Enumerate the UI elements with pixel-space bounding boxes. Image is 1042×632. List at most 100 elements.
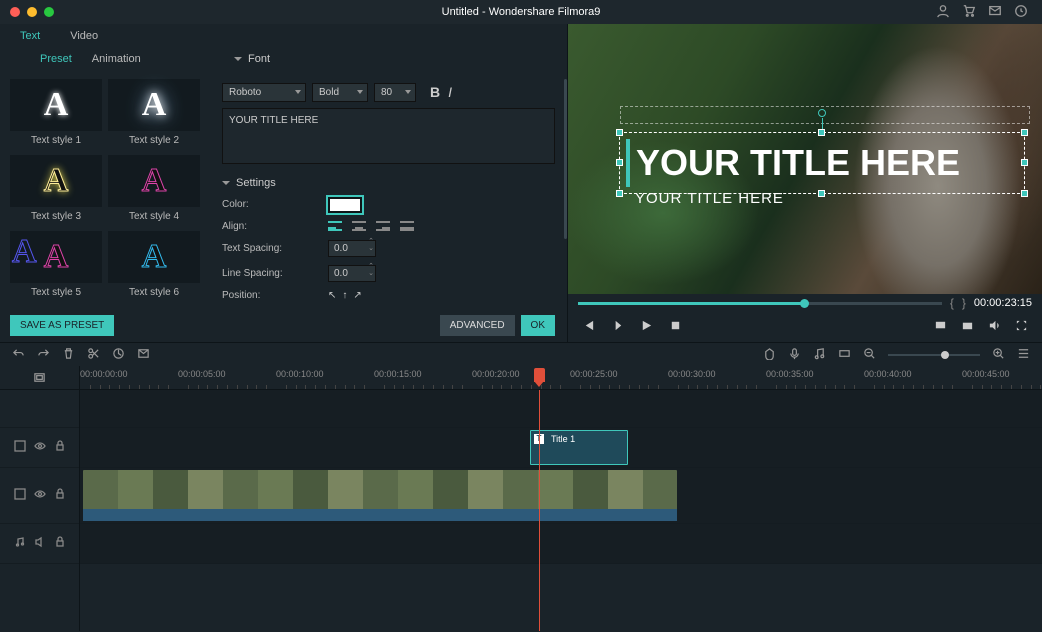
tab-preset[interactable]: Preset xyxy=(40,53,72,65)
mail-icon[interactable] xyxy=(988,4,1002,21)
track-visibility-icon[interactable] xyxy=(34,440,46,455)
media-bin-icon[interactable] xyxy=(0,366,80,389)
stop-button[interactable] xyxy=(669,319,682,335)
position-tl-button[interactable]: ↖ xyxy=(328,290,336,301)
undo-icon[interactable] xyxy=(12,347,25,363)
notification-icon[interactable] xyxy=(1014,4,1028,21)
position-t-button[interactable]: ↑ xyxy=(342,290,347,301)
settings-scrollbar[interactable] xyxy=(564,79,567,239)
preset-text-style-4[interactable]: A xyxy=(108,155,200,207)
preview-viewport[interactable]: YOUR TITLE HERE YOUR TITLE HERE xyxy=(568,24,1042,294)
bold-button[interactable]: B xyxy=(430,84,440,100)
font-family-select[interactable]: Roboto xyxy=(222,83,306,102)
text-track-lane[interactable]: T Title 1 xyxy=(80,428,1042,468)
resize-handle-rc[interactable] xyxy=(1021,159,1028,166)
ok-button[interactable]: OK xyxy=(521,315,555,336)
step-back-button[interactable] xyxy=(611,319,624,335)
crop-icon[interactable] xyxy=(112,347,125,363)
track-lock-icon[interactable] xyxy=(54,440,66,455)
close-window-icon[interactable] xyxy=(10,7,20,17)
align-justify-button[interactable] xyxy=(400,221,414,231)
snapshot-device-icon[interactable] xyxy=(934,319,947,335)
resize-handle-bl[interactable] xyxy=(616,190,623,197)
prev-button[interactable] xyxy=(582,319,595,335)
timeline-ruler[interactable]: 00:00:00:0000:00:05:0000:00:10:0000:00:1… xyxy=(80,366,1042,389)
preset-text-style-1[interactable]: A xyxy=(10,79,102,131)
tab-animation[interactable]: Animation xyxy=(92,53,141,65)
align-left-button[interactable] xyxy=(328,221,342,231)
split-icon[interactable] xyxy=(87,347,100,363)
aspect-icon[interactable] xyxy=(838,347,851,363)
tab-video[interactable]: Video xyxy=(70,30,98,42)
track-music-icon[interactable] xyxy=(14,536,26,551)
account-icon[interactable] xyxy=(936,4,950,21)
volume-icon[interactable] xyxy=(988,319,1001,335)
snapshot-icon[interactable] xyxy=(961,319,974,335)
advanced-button[interactable]: ADVANCED xyxy=(440,315,515,336)
audio-track-lane[interactable] xyxy=(80,524,1042,564)
font-accordion-header[interactable]: Font xyxy=(210,53,270,65)
resize-handle-lc[interactable] xyxy=(616,159,623,166)
title-selection-box[interactable]: YOUR TITLE HERE xyxy=(619,132,1025,194)
title-clip[interactable]: T Title 1 xyxy=(530,430,628,465)
delete-icon[interactable] xyxy=(62,347,75,363)
resize-handle-tr[interactable] xyxy=(1021,129,1028,136)
ruler-tick: 00:00:05:00 xyxy=(178,369,226,379)
title-text-input[interactable]: YOUR TITLE HERE xyxy=(222,108,555,164)
zoom-in-icon[interactable] xyxy=(992,347,1005,363)
marker-icon[interactable] xyxy=(763,347,776,363)
timeline-menu-icon[interactable] xyxy=(1017,347,1030,363)
playback-controls xyxy=(568,312,1042,342)
italic-button[interactable]: I xyxy=(448,84,452,100)
resize-handle-tc[interactable] xyxy=(818,129,825,136)
mark-in-icon[interactable]: { xyxy=(950,296,954,310)
playhead[interactable] xyxy=(539,390,540,631)
music-icon[interactable] xyxy=(813,347,826,363)
minimize-window-icon[interactable] xyxy=(27,7,37,17)
font-weight-select[interactable]: Bold xyxy=(312,83,368,102)
track-visibility-icon[interactable] xyxy=(34,488,46,503)
preset-text-style-2[interactable]: A xyxy=(108,79,200,131)
scrubber-track[interactable] xyxy=(578,302,942,305)
line-spacing-label: Line Spacing: xyxy=(222,268,318,279)
rotate-handle[interactable] xyxy=(818,109,826,117)
video-clip[interactable] xyxy=(83,470,677,521)
resize-handle-tl[interactable] xyxy=(616,129,623,136)
resize-handle-br[interactable] xyxy=(1021,190,1028,197)
settings-accordion-header[interactable]: Settings xyxy=(222,177,555,189)
track-mute-icon[interactable] xyxy=(34,536,46,551)
preset-grid: AText style 1 AText style 2 AText style … xyxy=(0,71,210,309)
track-settings-icon[interactable] xyxy=(14,440,26,455)
position-tr-button[interactable]: ↗ xyxy=(353,290,361,301)
font-size-select[interactable]: 80 xyxy=(374,83,416,102)
fullscreen-icon[interactable] xyxy=(1015,319,1028,335)
cart-icon[interactable] xyxy=(962,4,976,21)
save-as-preset-button[interactable]: SAVE AS PRESET xyxy=(10,315,114,336)
timeline-lanes[interactable]: T Title 1 xyxy=(80,390,1042,631)
preset-text-style-3[interactable]: A xyxy=(10,155,102,207)
redo-icon[interactable] xyxy=(37,347,50,363)
track-lock-icon[interactable] xyxy=(54,488,66,503)
speed-icon[interactable] xyxy=(137,347,150,363)
resize-handle-bc[interactable] xyxy=(818,190,825,197)
text-spacing-input[interactable] xyxy=(328,240,376,257)
preset-text-style-5[interactable]: A xyxy=(10,231,102,283)
mark-out-icon[interactable]: } xyxy=(962,296,966,310)
zoom-slider[interactable] xyxy=(888,354,980,356)
align-center-button[interactable] xyxy=(352,221,366,231)
track-lock-icon[interactable] xyxy=(54,536,66,551)
tab-text[interactable]: Text xyxy=(20,30,40,42)
preset-text-style-6[interactable]: A xyxy=(108,231,200,283)
line-spacing-input[interactable] xyxy=(328,265,376,282)
play-button[interactable] xyxy=(640,319,653,335)
video-track-header xyxy=(0,468,79,524)
settings-panel: Roboto Bold 80 B I YOUR TITLE HERE Setti… xyxy=(210,71,567,309)
scrubber-knob[interactable] xyxy=(800,299,809,308)
mic-icon[interactable] xyxy=(788,347,801,363)
video-track-lane[interactable] xyxy=(80,468,1042,524)
color-swatch[interactable] xyxy=(328,197,362,213)
zoom-out-icon[interactable] xyxy=(863,347,876,363)
align-right-button[interactable] xyxy=(376,221,390,231)
track-settings-icon[interactable] xyxy=(14,488,26,503)
maximize-window-icon[interactable] xyxy=(44,7,54,17)
